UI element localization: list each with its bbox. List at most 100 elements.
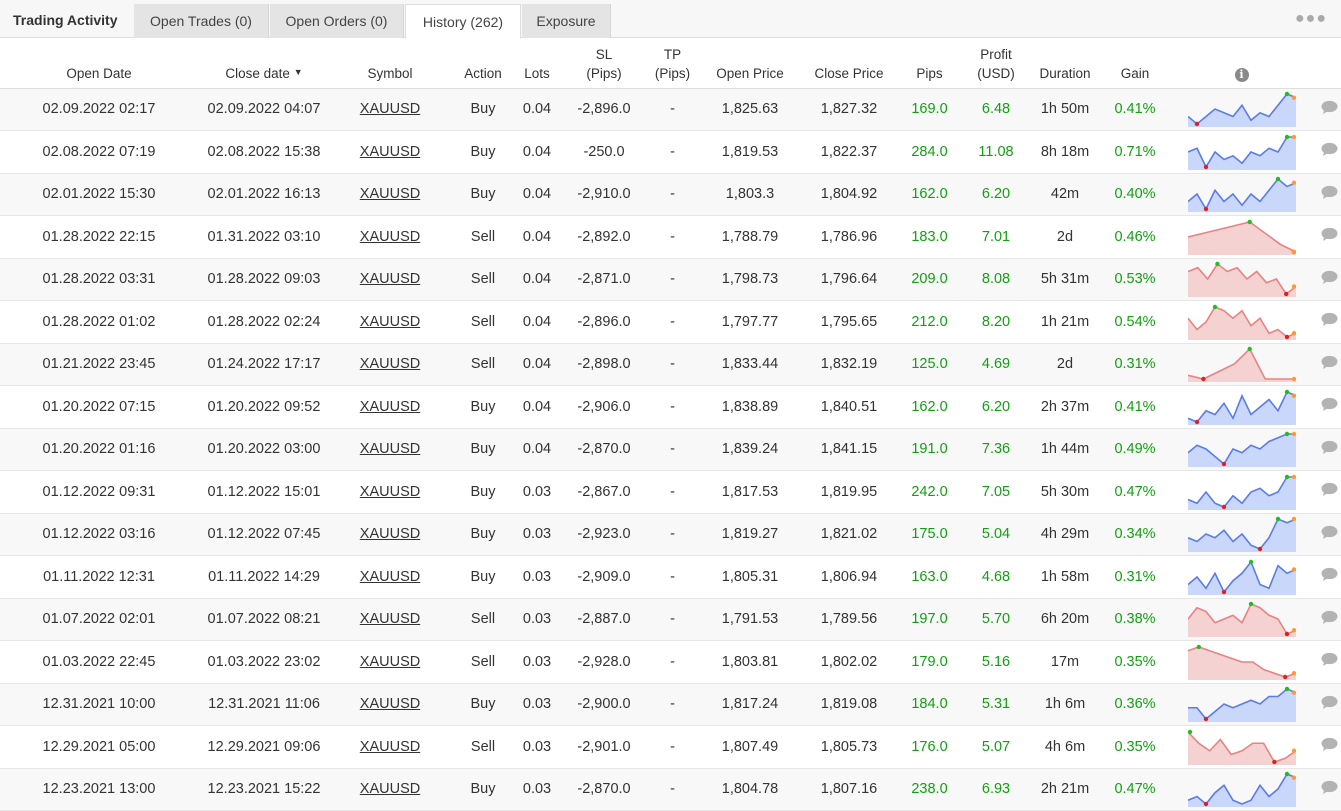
col-pips[interactable]: Pips bbox=[893, 39, 966, 89]
comment-cell bbox=[1317, 640, 1341, 684]
table-row[interactable]: 02.08.2022 07:19 02.08.2022 15:38 XAUUSD Bu… bbox=[0, 130, 1341, 174]
close-date-cell: 01.24.2022 17:17 bbox=[207, 356, 321, 373]
trade-sparkline[interactable] bbox=[1187, 644, 1296, 680]
table-row[interactable]: 01.12.2022 09:31 01.12.2022 15:01 XAUUSD Bu… bbox=[0, 470, 1341, 514]
trade-sparkline[interactable] bbox=[1187, 516, 1296, 553]
trade-sparkline[interactable] bbox=[1187, 219, 1296, 255]
comment-icon[interactable] bbox=[1321, 780, 1338, 799]
table-row[interactable]: 02.09.2022 02:17 02.09.2022 04:07 XAUUSD Bu… bbox=[0, 88, 1341, 131]
tab-exposure[interactable]: Exposure bbox=[522, 4, 611, 38]
col-open-date[interactable]: Open Date bbox=[0, 39, 198, 89]
table-row[interactable]: 12.23.2021 13:00 12.23.2021 15:22 XAUUSD Bu… bbox=[0, 768, 1341, 811]
comment-icon[interactable] bbox=[1321, 355, 1338, 374]
col-open-price[interactable]: Open Price bbox=[695, 39, 805, 89]
symbol-link[interactable]: XAUUSD bbox=[360, 399, 420, 415]
trade-sparkline[interactable] bbox=[1187, 559, 1296, 595]
comment-icon[interactable] bbox=[1321, 737, 1338, 756]
sparkline-end-dot bbox=[1291, 748, 1296, 753]
comment-icon[interactable] bbox=[1321, 610, 1338, 629]
table-row[interactable]: 12.31.2021 10:00 12.31.2021 11:06 XAUUSD Bu… bbox=[0, 683, 1341, 726]
trade-sparkline[interactable] bbox=[1187, 729, 1296, 765]
trade-sparkline[interactable] bbox=[1187, 389, 1296, 425]
close-price-cell-wrap: 1,841.15 bbox=[805, 428, 893, 471]
symbol-link[interactable]: XAUUSD bbox=[360, 314, 420, 330]
tab-open-trades[interactable]: Open Trades (0) bbox=[134, 4, 269, 38]
symbol-link[interactable]: XAUUSD bbox=[360, 569, 420, 585]
col-close-date[interactable]: Close date ▼ bbox=[198, 39, 330, 89]
trade-sparkline[interactable] bbox=[1187, 474, 1296, 510]
close-date-cell-wrap: 01.24.2022 17:17 bbox=[198, 343, 330, 386]
trade-sparkline[interactable] bbox=[1187, 431, 1296, 468]
table-row[interactable]: 02.01.2022 15:30 02.01.2022 16:13 XAUUSD Bu… bbox=[0, 173, 1341, 216]
table-row[interactable]: 01.20.2022 07:15 01.20.2022 09:52 XAUUSD Bu… bbox=[0, 385, 1341, 429]
symbol-link[interactable]: XAUUSD bbox=[360, 654, 420, 670]
open-price-cell-wrap: 1,825.63 bbox=[695, 88, 805, 131]
col-lots[interactable]: Lots bbox=[516, 39, 558, 89]
col-sl[interactable]: SL (Pips) bbox=[558, 39, 650, 89]
comment-icon[interactable] bbox=[1321, 525, 1338, 544]
symbol-link-wrap: XAUUSD bbox=[330, 300, 450, 344]
comment-icon[interactable] bbox=[1321, 440, 1338, 459]
trade-sparkline[interactable] bbox=[1187, 771, 1296, 808]
col-gain[interactable]: Gain bbox=[1104, 39, 1166, 89]
trade-sparkline[interactable] bbox=[1187, 304, 1296, 340]
action-cell-wrap: Buy bbox=[450, 173, 516, 216]
symbol-link[interactable]: XAUUSD bbox=[360, 356, 420, 372]
trade-sparkline[interactable] bbox=[1187, 91, 1296, 128]
symbol-link[interactable]: XAUUSD bbox=[360, 611, 420, 627]
comment-icon[interactable] bbox=[1321, 142, 1338, 161]
table-row[interactable]: 01.28.2022 01:02 01.28.2022 02:24 XAUUSD Se… bbox=[0, 300, 1341, 344]
table-row[interactable]: 01.28.2022 22:15 01.31.2022 03:10 XAUUSD Se… bbox=[0, 215, 1341, 259]
lots-cell-wrap: 0.03 bbox=[516, 725, 558, 769]
tab-open-orders[interactable]: Open Orders (0) bbox=[270, 4, 404, 38]
trade-sparkline[interactable] bbox=[1187, 134, 1296, 170]
trade-sparkline[interactable] bbox=[1187, 346, 1296, 383]
symbol-link[interactable]: XAUUSD bbox=[360, 696, 420, 712]
col-tp[interactable]: TP (Pips) bbox=[650, 39, 695, 89]
table-row[interactable]: 01.28.2022 03:31 01.28.2022 09:03 XAUUSD Se… bbox=[0, 258, 1341, 301]
comment-icon[interactable] bbox=[1321, 482, 1338, 501]
trade-sparkline[interactable] bbox=[1187, 176, 1296, 213]
info-icon[interactable]: i bbox=[1234, 67, 1249, 82]
table-row[interactable]: 01.03.2022 22:45 01.03.2022 23:02 XAUUSD Se… bbox=[0, 640, 1341, 684]
table-row[interactable]: 01.20.2022 01:16 01.20.2022 03:00 XAUUSD Bu… bbox=[0, 428, 1341, 471]
comment-icon[interactable] bbox=[1321, 695, 1338, 714]
col-action[interactable]: Action bbox=[450, 39, 516, 89]
symbol-link[interactable]: XAUUSD bbox=[360, 271, 420, 287]
comment-icon[interactable] bbox=[1321, 312, 1338, 331]
trade-sparkline[interactable] bbox=[1187, 601, 1296, 638]
symbol-link[interactable]: XAUUSD bbox=[360, 186, 420, 202]
sparkline-max-dot bbox=[1275, 177, 1280, 182]
comment-icon[interactable] bbox=[1321, 567, 1338, 586]
symbol-link[interactable]: XAUUSD bbox=[360, 781, 420, 797]
table-row[interactable]: 01.21.2022 23:45 01.24.2022 17:17 XAUUSD Se… bbox=[0, 343, 1341, 386]
symbol-link[interactable]: XAUUSD bbox=[360, 739, 420, 755]
tab-history[interactable]: History (262) bbox=[405, 4, 521, 39]
comment-icon[interactable] bbox=[1321, 100, 1338, 119]
trade-sparkline[interactable] bbox=[1187, 261, 1296, 298]
table-row[interactable]: 01.11.2022 12:31 01.11.2022 14:29 XAUUSD Bu… bbox=[0, 555, 1341, 599]
col-profit[interactable]: Profit (USD) bbox=[966, 39, 1026, 89]
comment-icon[interactable] bbox=[1321, 397, 1338, 416]
gain-cell: 0.49% bbox=[1114, 441, 1156, 458]
symbol-link[interactable]: XAUUSD bbox=[360, 441, 420, 457]
table-row[interactable]: 01.12.2022 03:16 01.12.2022 07:45 XAUUSD Bu… bbox=[0, 513, 1341, 556]
col-duration[interactable]: Duration bbox=[1026, 39, 1104, 89]
trade-sparkline[interactable] bbox=[1187, 686, 1296, 723]
symbol-link[interactable]: XAUUSD bbox=[360, 144, 420, 160]
symbol-link[interactable]: XAUUSD bbox=[360, 526, 420, 542]
table-row[interactable]: 01.07.2022 02:01 01.07.2022 08:21 XAUUSD Se… bbox=[0, 598, 1341, 641]
table-row[interactable]: 12.29.2021 05:00 12.29.2021 09:06 XAUUSD Se… bbox=[0, 725, 1341, 769]
open-date-cell: 01.07.2022 02:01 bbox=[42, 611, 156, 628]
tp-cell: - bbox=[670, 143, 675, 160]
col-close-price[interactable]: Close Price bbox=[805, 39, 893, 89]
more-horizontal-icon[interactable]: ●●● bbox=[1295, 10, 1327, 28]
comment-icon[interactable] bbox=[1321, 652, 1338, 671]
col-symbol[interactable]: Symbol bbox=[330, 39, 450, 89]
comment-icon[interactable] bbox=[1321, 227, 1338, 246]
symbol-link[interactable]: XAUUSD bbox=[360, 484, 420, 500]
comment-icon[interactable] bbox=[1321, 270, 1338, 289]
symbol-link[interactable]: XAUUSD bbox=[360, 229, 420, 245]
comment-icon[interactable] bbox=[1321, 185, 1338, 204]
symbol-link[interactable]: XAUUSD bbox=[360, 101, 420, 117]
